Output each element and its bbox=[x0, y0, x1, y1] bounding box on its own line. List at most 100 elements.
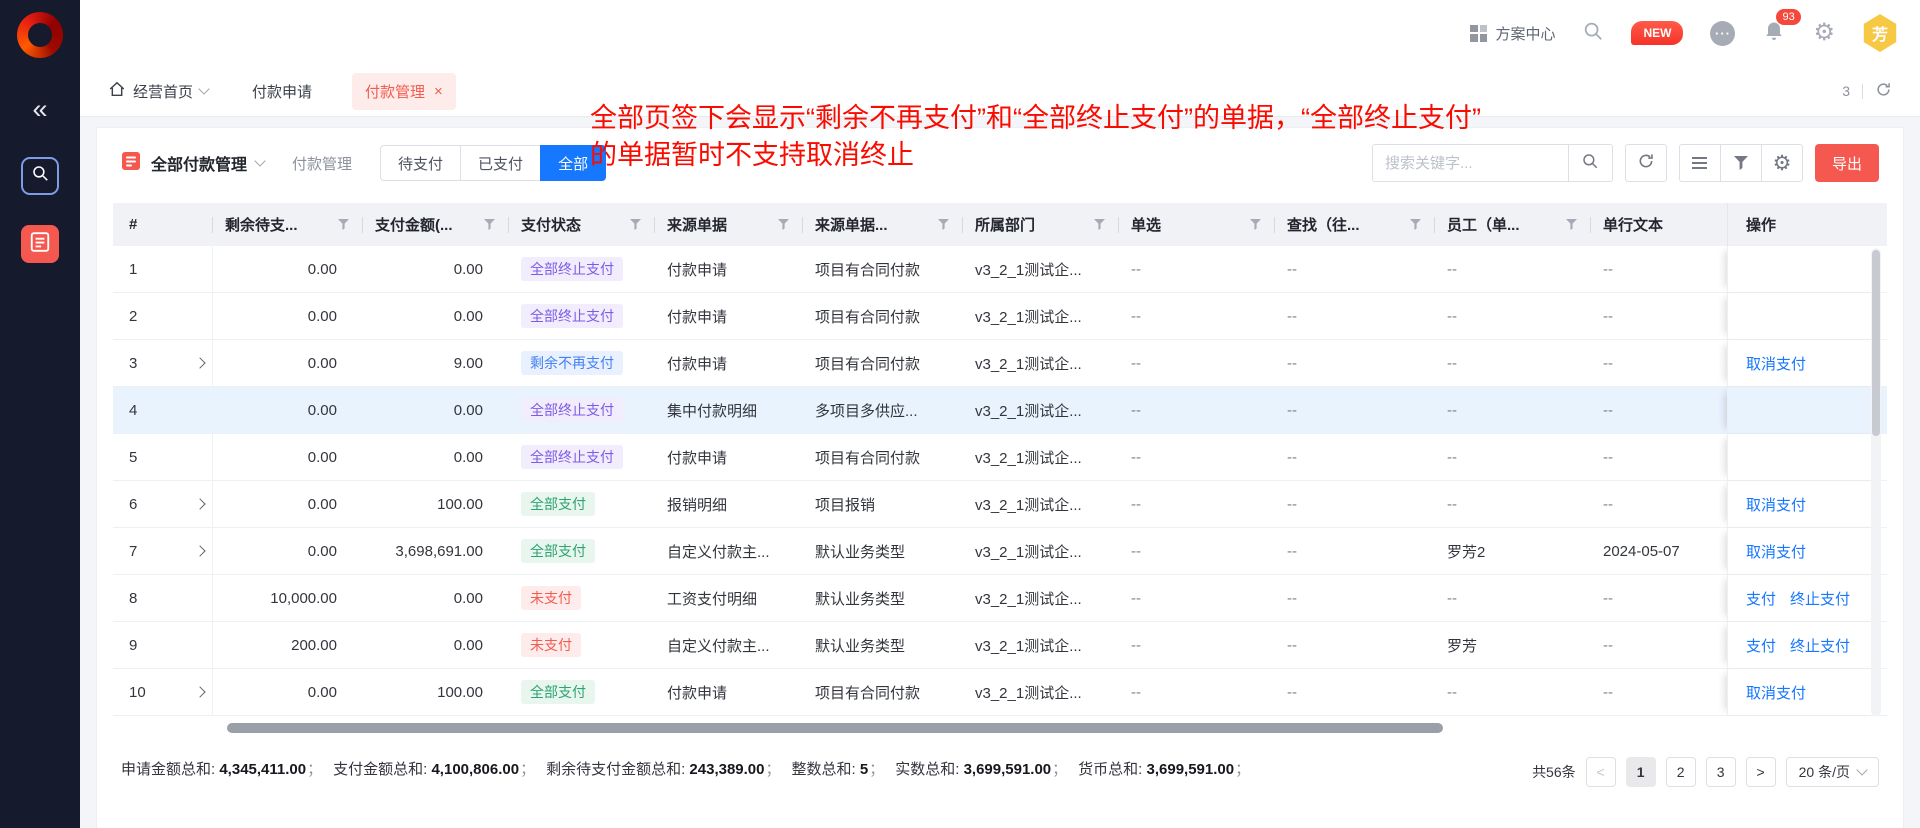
action-link[interactable]: 支付 bbox=[1746, 635, 1776, 656]
column-settings-button[interactable]: ⚙ bbox=[1761, 144, 1803, 182]
column-header-lookup[interactable]: 查找（往... bbox=[1275, 203, 1435, 246]
app-logo[interactable] bbox=[17, 12, 63, 58]
horizontal-scrollbar[interactable] bbox=[113, 723, 1887, 733]
view-title[interactable]: 全部付款管理 bbox=[151, 151, 264, 175]
refresh-tab-icon[interactable] bbox=[1875, 81, 1892, 101]
table-row[interactable]: 30.009.00剩余不再支付付款申请项目有合同付款v3_2_1测试企...--… bbox=[113, 340, 1887, 387]
table-row[interactable]: 40.000.00全部终止支付集中付款明细多项目多供应...v3_2_1测试企.… bbox=[113, 387, 1887, 434]
expand-row-icon[interactable] bbox=[194, 498, 205, 509]
view-subtitle[interactable]: 付款管理 bbox=[292, 153, 352, 174]
column-label: 单行文本 bbox=[1603, 214, 1663, 235]
cell-lookup: -- bbox=[1275, 261, 1435, 278]
cell-radio: -- bbox=[1119, 402, 1275, 419]
column-header-remain[interactable]: 剩余待支... bbox=[213, 203, 363, 246]
segment-pending[interactable]: 待支付 bbox=[380, 145, 461, 181]
table-row[interactable]: 20.000.00全部终止支付付款申请项目有合同付款v3_2_1测试企...--… bbox=[113, 293, 1887, 340]
table-row[interactable]: 70.003,698,691.00全部支付自定义付款主...默认业务类型v3_2… bbox=[113, 528, 1887, 575]
workspace-center-button[interactable]: 方案中心 bbox=[1470, 23, 1555, 44]
sidebar-item-payment-module[interactable] bbox=[21, 225, 59, 263]
action-link[interactable]: 取消支付 bbox=[1746, 353, 1806, 374]
notifications-button[interactable]: 93 bbox=[1762, 19, 1786, 48]
cell-line_text: -- bbox=[1591, 637, 1727, 654]
action-link[interactable]: 取消支付 bbox=[1746, 682, 1806, 703]
filter-icon[interactable] bbox=[778, 219, 789, 230]
page-size-select[interactable]: 20 条/页 bbox=[1786, 757, 1879, 787]
column-header-employee[interactable]: 员工（单... bbox=[1435, 203, 1591, 246]
search-input[interactable] bbox=[1373, 145, 1568, 181]
settings-gear-icon[interactable]: ⚙ bbox=[1813, 21, 1835, 45]
summary-label: 整数总和: bbox=[792, 761, 860, 778]
horizontal-scrollbar-thumb[interactable] bbox=[227, 723, 1443, 733]
cell-source: 报销明细 bbox=[655, 494, 803, 515]
table-row[interactable]: 50.000.00全部终止支付付款申请项目有合同付款v3_2_1测试企...--… bbox=[113, 434, 1887, 481]
cell-expand bbox=[171, 434, 213, 480]
page-button-2[interactable]: 2 bbox=[1666, 757, 1696, 787]
filter-button[interactable] bbox=[1720, 144, 1762, 182]
table-row[interactable]: 810,000.000.00未支付工资支付明细默认业务类型v3_2_1测试企..… bbox=[113, 575, 1887, 622]
search-submit-button[interactable] bbox=[1568, 145, 1612, 181]
cell-lookup: -- bbox=[1275, 355, 1435, 372]
new-badge[interactable]: NEW bbox=[1631, 21, 1683, 45]
toolbar-left: 全部付款管理 付款管理 待支付 已支付 全部 bbox=[121, 145, 606, 181]
messages-icon[interactable]: ··· bbox=[1710, 21, 1735, 46]
close-tab-icon[interactable]: × bbox=[434, 83, 443, 100]
column-label: 来源单据... bbox=[815, 214, 888, 235]
column-header-radio[interactable]: 单选 bbox=[1119, 203, 1275, 246]
column-header-amount[interactable]: 支付金额(... bbox=[363, 203, 509, 246]
action-link[interactable]: 终止支付 bbox=[1790, 635, 1850, 656]
filter-icon[interactable] bbox=[1566, 219, 1577, 230]
column-header-source[interactable]: 来源单据 bbox=[655, 203, 803, 246]
row-density-button[interactable] bbox=[1679, 144, 1721, 182]
vertical-scrollbar-thumb[interactable] bbox=[1872, 250, 1880, 436]
expand-row-icon[interactable] bbox=[194, 686, 205, 697]
action-link[interactable]: 终止支付 bbox=[1790, 588, 1850, 609]
cell-op bbox=[1727, 434, 1887, 480]
prev-page-button[interactable]: < bbox=[1586, 757, 1616, 787]
page-button-1[interactable]: 1 bbox=[1626, 757, 1656, 787]
column-header-source_type[interactable]: 来源单据... bbox=[803, 203, 963, 246]
expand-row-icon[interactable] bbox=[194, 545, 205, 556]
export-button[interactable]: 导出 bbox=[1815, 144, 1879, 182]
filter-icon[interactable] bbox=[630, 219, 641, 230]
page-button-3[interactable]: 3 bbox=[1706, 757, 1736, 787]
table-row[interactable]: 9200.000.00未支付自定义付款主...默认业务类型v3_2_1测试企..… bbox=[113, 622, 1887, 669]
breadcrumb-home[interactable]: 经营首页 bbox=[108, 80, 208, 102]
cell-op bbox=[1727, 293, 1887, 339]
column-header-status[interactable]: 支付状态 bbox=[509, 203, 655, 246]
filter-icon[interactable] bbox=[1250, 219, 1261, 230]
table-row[interactable]: 60.00100.00全部支付报销明细项目报销v3_2_1测试企...-----… bbox=[113, 481, 1887, 528]
table-row[interactable]: 100.00100.00全部支付付款申请项目有合同付款v3_2_1测试企...-… bbox=[113, 669, 1887, 716]
tab-payment-manage[interactable]: 付款管理 × bbox=[352, 73, 456, 110]
column-header-dept[interactable]: 所属部门 bbox=[963, 203, 1119, 246]
action-link[interactable]: 取消支付 bbox=[1746, 541, 1806, 562]
sidebar-search-button[interactable] bbox=[21, 157, 59, 195]
avatar[interactable]: 芳 bbox=[1862, 14, 1898, 52]
table-row[interactable]: 10.000.00全部终止支付付款申请项目有合同付款v3_2_1测试企...--… bbox=[113, 246, 1887, 293]
tab-payment-request[interactable]: 付款申请 bbox=[252, 81, 312, 102]
global-search-icon[interactable] bbox=[1582, 20, 1604, 47]
action-link[interactable]: 取消支付 bbox=[1746, 494, 1806, 515]
refresh-button[interactable] bbox=[1625, 144, 1667, 182]
column-label: 单选 bbox=[1131, 214, 1161, 235]
cell-line_text: -- bbox=[1591, 496, 1727, 513]
sidebar-collapse-icon[interactable]: « bbox=[32, 96, 47, 123]
cell-op: 支付终止支付 bbox=[1727, 575, 1887, 621]
next-page-button[interactable]: > bbox=[1746, 757, 1776, 787]
filter-icon[interactable] bbox=[1410, 219, 1421, 230]
filter-icon[interactable] bbox=[1094, 219, 1105, 230]
cell-status: 全部支付 bbox=[509, 492, 655, 516]
filter-icon[interactable] bbox=[338, 219, 349, 230]
filter-icon[interactable] bbox=[484, 219, 495, 230]
action-link[interactable]: 支付 bbox=[1746, 588, 1776, 609]
cell-status: 全部终止支付 bbox=[509, 398, 655, 422]
segment-paid[interactable]: 已支付 bbox=[460, 145, 541, 181]
cell-lookup: -- bbox=[1275, 402, 1435, 419]
cell-lookup: -- bbox=[1275, 684, 1435, 701]
vertical-scrollbar[interactable] bbox=[1871, 248, 1881, 716]
filter-icon[interactable] bbox=[938, 219, 949, 230]
segment-all[interactable]: 全部 bbox=[540, 145, 606, 181]
cell-status: 全部终止支付 bbox=[509, 445, 655, 469]
expand-row-icon[interactable] bbox=[194, 357, 205, 368]
cell-source_type: 项目有合同付款 bbox=[803, 306, 963, 327]
cell-idx: 9 bbox=[113, 637, 171, 654]
